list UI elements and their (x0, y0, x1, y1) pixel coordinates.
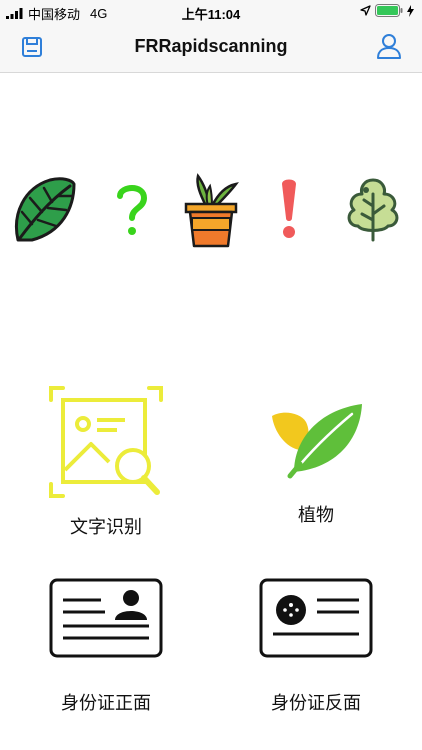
charging-bolt-icon (407, 4, 414, 17)
id-card-back-button[interactable]: 身份证反面 (216, 578, 416, 715)
status-bar-right (360, 4, 414, 17)
page-title: FRRapidscanning (134, 36, 288, 56)
location-arrow-icon (360, 5, 371, 16)
id-card-front-button[interactable]: 身份证正面 (6, 578, 206, 715)
potted-plant-icon (182, 172, 240, 255)
plant-button[interactable]: 植物 (216, 400, 416, 527)
tree-icon (344, 176, 402, 247)
text-recognition-label: 文字识别 (70, 517, 142, 537)
id-card-front-label: 身份证正面 (61, 693, 151, 713)
status-time: 上午11:04 (181, 7, 241, 22)
user-button[interactable] (376, 33, 402, 59)
exclamation-mark-icon (278, 178, 300, 245)
question-mark-icon (114, 182, 150, 243)
monstera-leaf-icon (12, 174, 76, 251)
id-card-back-label: 身份证反面 (271, 693, 361, 713)
id-card-front-icon (49, 578, 163, 658)
user-icon (377, 34, 401, 59)
decorative-icon-row (0, 168, 422, 258)
battery-icon (375, 4, 403, 17)
text-scan-icon (49, 386, 163, 498)
id-card-back-icon (259, 578, 373, 658)
leaf-icon (272, 404, 362, 479)
plant-label: 植物 (298, 505, 334, 525)
navigation-bar: FRRapidscanning (0, 22, 422, 73)
status-bar: 中国移动 4G 上午11:04 (0, 0, 422, 22)
text-recognition-button[interactable]: 文字识别 (6, 384, 206, 539)
